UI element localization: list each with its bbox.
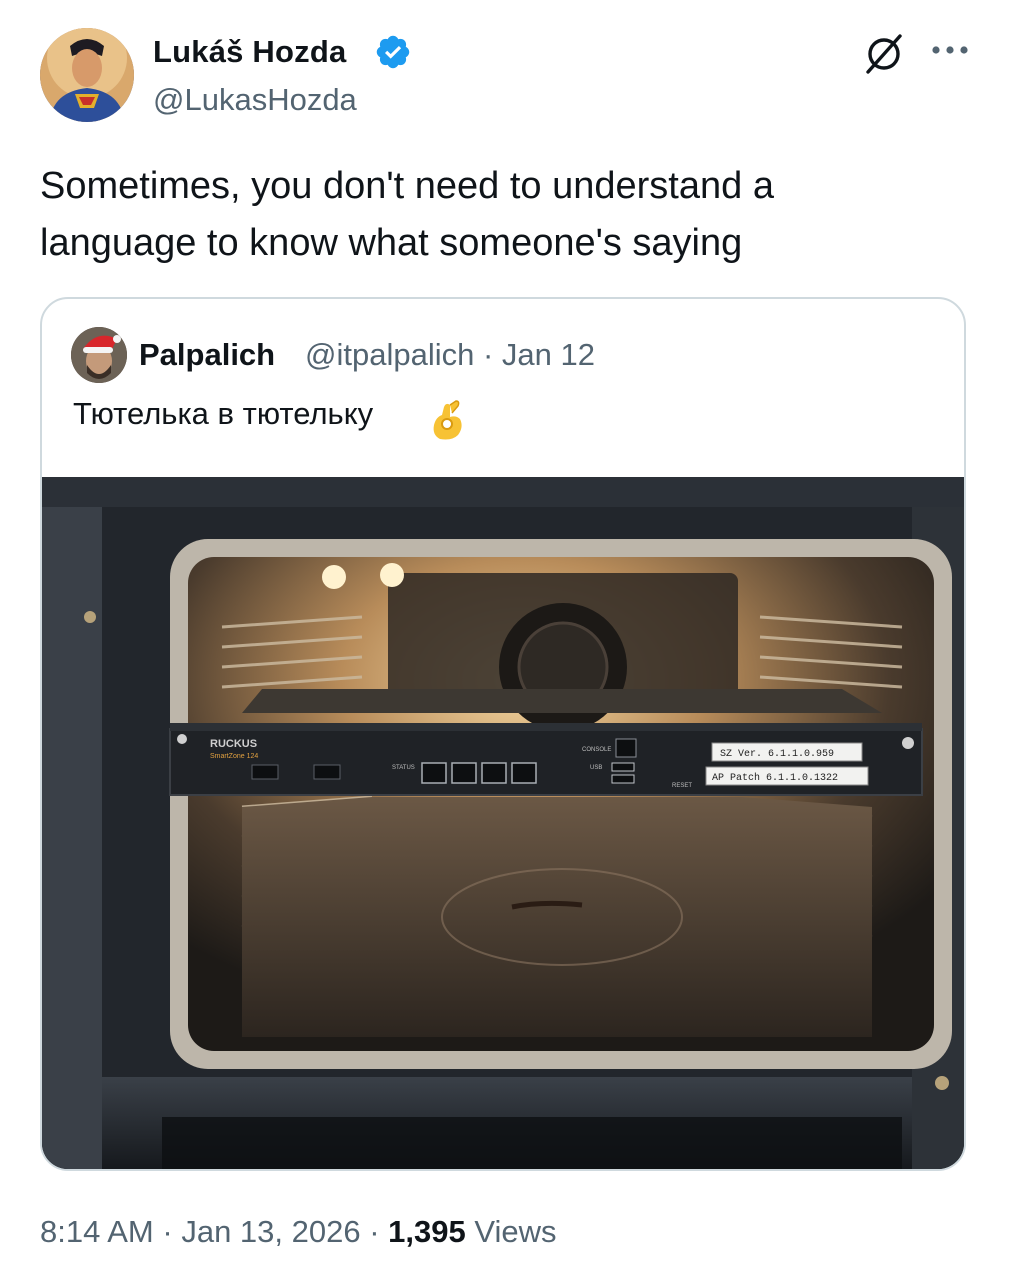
tweet-time[interactable]: 8:14 AM bbox=[40, 1214, 154, 1249]
tweet-text-line: language to know what someone's saying bbox=[40, 222, 743, 264]
server-model: SmartZone 124 bbox=[210, 753, 258, 760]
tweet-text-line: Sometimes, you don't need to understand … bbox=[40, 165, 774, 207]
views-label: Views bbox=[474, 1214, 557, 1249]
views-count: 1,395 bbox=[388, 1214, 466, 1249]
superman-avatar-icon bbox=[40, 28, 134, 122]
status-port-label: STATUS bbox=[392, 765, 415, 771]
author-handle[interactable]: @LukasHozda bbox=[153, 82, 357, 118]
santa-hat-avatar-icon bbox=[71, 327, 127, 383]
quoted-author-handle[interactable]: @itpalpalich bbox=[305, 337, 474, 372]
version-label: SZ Ver. 6.1.1.0.959 bbox=[720, 749, 834, 760]
reset-label: RESET bbox=[672, 783, 692, 789]
tweet-meta: 8:14 AM · Jan 13, 2026 · 1,395 Views bbox=[40, 1214, 557, 1250]
tweet-text: Sometimes, you don't need to understand … bbox=[40, 158, 940, 272]
console-port-label: CONSOLE bbox=[582, 747, 611, 753]
quoted-date[interactable]: Jan 12 bbox=[502, 337, 595, 372]
grok-icon[interactable] bbox=[862, 32, 906, 76]
patch-label: AP Patch 6.1.1.0.1322 bbox=[712, 772, 838, 784]
quoted-author-avatar[interactable] bbox=[71, 327, 127, 383]
more-options-icon[interactable] bbox=[930, 42, 970, 58]
separator-dot: · bbox=[369, 1214, 380, 1249]
quoted-author-name[interactable]: Palpalich bbox=[139, 337, 275, 373]
oven-server-photo: RUCKUS SmartZone 124 STATUS CONSOLE USB … bbox=[42, 477, 964, 1169]
author-avatar[interactable] bbox=[40, 28, 134, 122]
separator-dot: · bbox=[162, 1214, 173, 1249]
separator-dot: · bbox=[482, 337, 494, 372]
quoted-text: Тютелька в тютельку bbox=[73, 396, 374, 431]
quoted-tweet-card[interactable]: Palpalich @itpalpalich · Jan 12 Тютелька… bbox=[40, 297, 966, 1171]
ok-hand-emoji-icon bbox=[433, 400, 462, 440]
quoted-photo[interactable]: RUCKUS SmartZone 124 STATUS CONSOLE USB … bbox=[42, 477, 964, 1169]
author-name[interactable]: Lukáš Hozda bbox=[153, 34, 346, 70]
quoted-author-meta: @itpalpalich · Jan 12 bbox=[305, 337, 595, 373]
usb-port-label: USB bbox=[590, 765, 602, 771]
server-brand: RUCKUS bbox=[210, 738, 257, 750]
tweet-date[interactable]: Jan 13, 2026 bbox=[181, 1214, 360, 1249]
verified-badge-icon[interactable] bbox=[374, 33, 412, 71]
